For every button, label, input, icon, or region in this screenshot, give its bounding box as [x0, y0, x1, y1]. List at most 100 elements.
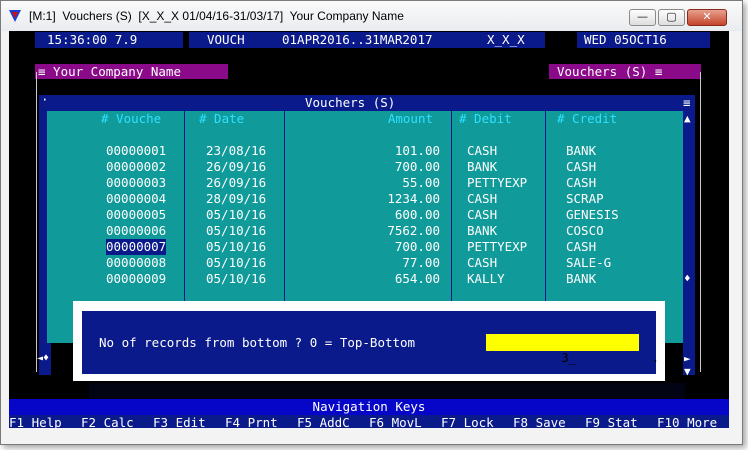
fkey-f10[interactable]: F10 More [657, 415, 717, 428]
scroll-up-icon[interactable]: ▲ [684, 111, 691, 127]
fkey-label: More [687, 415, 718, 428]
column-header-date[interactable]: # Date [199, 111, 244, 127]
title-bar[interactable]: [M:1] Vouchers (S) [X_X_X 01/04/16-31/03… [1, 1, 742, 31]
table-row[interactable]: 00000003 26/09/16 55.00 PETTYEXP CASH [47, 175, 683, 191]
table-row[interactable]: 00000007 05/10/16 700.00 PETTYEXP CASH [47, 239, 683, 255]
table-cell: 00000006 [106, 223, 167, 238]
fkey-f5[interactable]: F5 AddC [297, 415, 350, 428]
fkey-label: Calc [103, 415, 134, 428]
fkey-code: F2 [81, 415, 97, 428]
table-cell: PETTYEXP [467, 175, 528, 190]
company-name-tab[interactable]: ≡ Your Company Name [35, 64, 228, 79]
fkey-f6[interactable]: F6 MovL [369, 415, 422, 428]
scroll-down-icon[interactable]: ▼ [684, 364, 691, 380]
table-cell: 00000002 [106, 159, 167, 174]
table-row[interactable]: 00000001 23/08/16 101.00 CASH BANK [47, 143, 683, 159]
fkey-code: F1 [9, 415, 25, 428]
vertical-scrollbar[interactable]: ▲ ♦ [683, 111, 695, 343]
module-name: VOUCH [207, 32, 245, 47]
records-input-mask: _ . [568, 350, 660, 365]
column-header-amount[interactable]: Amount [285, 111, 433, 127]
view-name-tab[interactable]: Vouchers (S) ≡ [549, 64, 701, 79]
column-header-credit[interactable]: # Credit [557, 111, 617, 127]
table-cell: 101.00 [394, 143, 440, 158]
period-range: 01APR2016..31MAR2017 [282, 32, 433, 47]
table-cell: 55.00 [402, 175, 440, 190]
table-row[interactable]: 00000005 05/10/16 600.00 CASH GENESIS [47, 207, 683, 223]
fkey-f2[interactable]: F2 Calc [81, 415, 134, 428]
table-cell: 05/10/16 [206, 239, 267, 254]
table-row[interactable]: 00000006 05/10/16 7562.00 BANK COSCO [47, 223, 683, 239]
fkey-code: F5 [297, 415, 313, 428]
column-header-voucher[interactable]: # Vouche [101, 111, 161, 127]
table-cell: PETTYEXP [467, 239, 528, 254]
records-dialog: No of records from bottom ? 0 = Top-Bott… [73, 301, 665, 381]
fkey-f9[interactable]: F9 Stat [585, 415, 638, 428]
table-cell: 05/10/16 [206, 223, 267, 238]
table-cell: CASH [566, 175, 597, 190]
table-cell: 00000008 [106, 255, 167, 270]
fkey-f1[interactable]: F1 Help [9, 415, 62, 428]
horizontal-scrollbar[interactable]: ◄♦ [37, 343, 51, 375]
frame-left-line [36, 72, 37, 372]
minimize-icon: — [637, 10, 648, 23]
navigation-keys-title: Navigation Keys [9, 399, 729, 415]
maximize-button[interactable]: ▢ [658, 9, 685, 26]
app-logo-icon-inner [12, 12, 18, 18]
grid-left-border [39, 111, 47, 357]
records-input[interactable]: 3_ . [486, 334, 659, 365]
fkey-label: AddC [319, 415, 350, 428]
fkey-f7[interactable]: F7 Lock [441, 415, 494, 428]
table-cell: 00000003 [106, 175, 167, 190]
table-cell: 00000004 [106, 191, 167, 206]
table-row[interactable]: 00000004 28/09/16 1234.00 CASH SCRAP [47, 191, 683, 207]
minimize-button[interactable]: — [629, 9, 656, 26]
fkey-label: Prnt [247, 415, 278, 428]
grid-menu-icon[interactable]: ≡ [683, 95, 691, 111]
maximize-icon: ▢ [666, 10, 677, 23]
frame-right-line [700, 72, 701, 372]
records-input-value: 3 [561, 350, 569, 365]
table-cell: BANK [467, 159, 498, 174]
table-cell: 28/09/16 [206, 191, 267, 206]
scroll-left-icon[interactable]: ◄♦ [37, 351, 49, 367]
table-cell: 700.00 [394, 239, 440, 254]
table-cell: SCRAP [566, 191, 604, 206]
fkey-f3[interactable]: F3 Edit [153, 415, 206, 428]
fkey-code: F6 [369, 415, 385, 428]
table-cell: 00000001 [106, 143, 167, 158]
table-cell: 23/08/16 [206, 143, 267, 158]
fkey-code: F3 [153, 415, 169, 428]
table-cell: 26/09/16 [206, 175, 267, 190]
table-cell: BANK [566, 271, 597, 286]
fkey-label: Lock [463, 415, 494, 428]
table-row[interactable]: 00000008 05/10/16 77.00 CASH SALE-G [47, 255, 683, 271]
scroll-thumb-icon[interactable]: ♦ [684, 271, 691, 287]
fkey-label: Help [31, 415, 62, 428]
table-cell: GENESIS [566, 207, 619, 222]
table-cell: CASH [566, 159, 597, 174]
table-row[interactable]: 00000009 05/10/16 654.00 KALLY BANK [47, 271, 683, 287]
window-title: [M:1] Vouchers (S) [X_X_X 01/04/16-31/03… [29, 9, 404, 23]
close-button[interactable]: ✕ [687, 9, 727, 26]
table-cell: 77.00 [402, 255, 440, 270]
table-cell: 05/10/16 [206, 255, 267, 270]
grid-left-marker: · [41, 92, 49, 107]
table-cell: 00000005 [106, 207, 167, 222]
table-cell: KALLY [467, 271, 505, 286]
function-key-bar: F1 Help F2 Calc F3 Edit F4 Prnt F5 AddC F6 Mo… [9, 415, 729, 428]
table-cell: CASH [467, 143, 498, 158]
table-cell: 700.00 [394, 159, 440, 174]
column-header-debit[interactable]: # Debit [459, 111, 512, 127]
shadow-band [89, 383, 685, 399]
date-field: WED 05OCT16 [577, 32, 710, 48]
module-field: VOUCH 01APR2016..31MAR2017 X_X_X [189, 32, 545, 48]
table-row[interactable]: 00000002 26/09/16 700.00 BANK CASH [47, 159, 683, 175]
selected-cell: 00000007 [106, 239, 167, 255]
table-cell: 600.00 [394, 207, 440, 222]
fkey-f4[interactable]: F4 Prnt [225, 415, 278, 428]
fkey-code: F10 [657, 415, 680, 428]
table-cell: CASH [566, 239, 597, 254]
fkey-f8[interactable]: F8 Save [513, 415, 566, 428]
fkey-label: Save [535, 415, 566, 428]
